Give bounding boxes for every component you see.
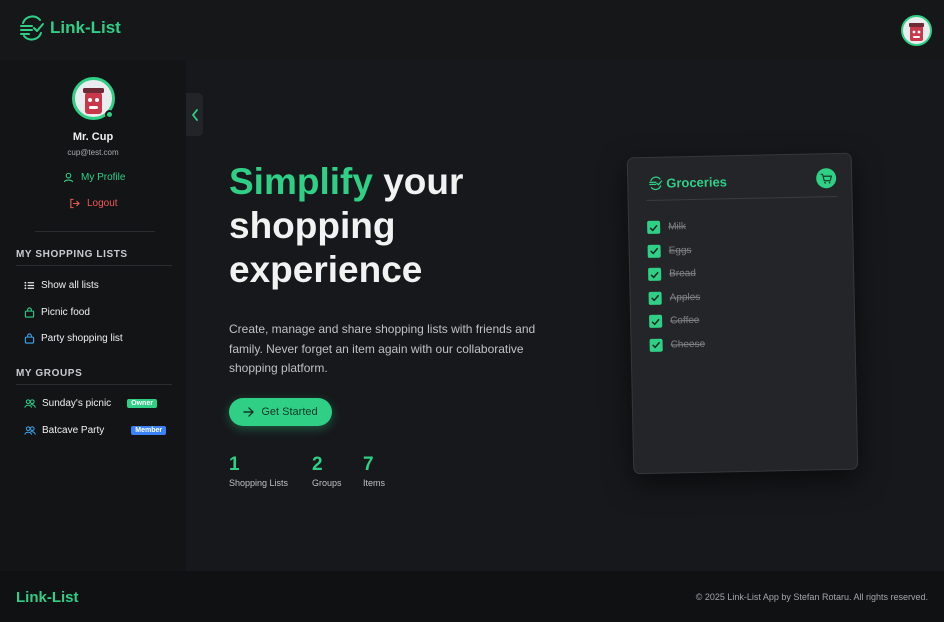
stat-label: Shopping Lists [229, 478, 289, 488]
sidebar-item-party-shopping-list[interactable]: Party shopping list [24, 333, 123, 344]
list-item[interactable]: Milk [647, 215, 703, 240]
divider [35, 231, 155, 232]
checkbox-checked[interactable] [648, 267, 662, 282]
user-email: cup@test.com [67, 148, 119, 157]
checkbox-checked[interactable] [648, 291, 662, 305]
stat-shopping-lists: 1 Shopping Lists [229, 454, 288, 488]
check-icon [650, 271, 659, 279]
basket-icon [24, 307, 35, 318]
check-icon [652, 342, 661, 349]
brand-logo[interactable]: Link-List [18, 14, 121, 42]
avatar-icon[interactable] [901, 15, 932, 46]
sidebar-item-picnic-food[interactable]: Picnic food [24, 307, 90, 318]
divider [646, 195, 838, 201]
stat-items: 7 Items [363, 454, 385, 488]
list-item[interactable]: Cheese [649, 332, 705, 357]
logout-icon [70, 198, 80, 209]
arrow-right-icon [243, 407, 255, 417]
role-badge-owner: Owner [127, 399, 157, 408]
card-header: Groceries [648, 174, 727, 191]
list-item[interactable]: Eggs [647, 238, 703, 263]
list-check-icon [649, 176, 663, 191]
sidebar-item-label: Sunday's picnic [42, 398, 112, 409]
list-item[interactable]: Bread [648, 262, 704, 287]
hero-title: Simplify your shopping experience [229, 160, 559, 292]
item-label: Coffee [670, 315, 700, 327]
checkbox-checked[interactable] [649, 338, 663, 352]
sidebar-collapse-button[interactable] [186, 93, 203, 136]
list-item[interactable]: Coffee [649, 309, 705, 334]
stat-value: 7 [363, 454, 374, 475]
get-started-label: Get Started [261, 406, 318, 418]
item-label: Bread [669, 268, 696, 280]
get-started-button[interactable]: Get Started [229, 398, 332, 426]
sidebar-item-sundays-picnic[interactable]: Sunday's picnic Owner [24, 398, 157, 409]
cart-button[interactable] [815, 168, 837, 189]
sidebar-item-batcave-party[interactable]: Batcave Party Member [24, 425, 167, 436]
chevron-left-icon [191, 108, 198, 121]
online-status-indicator [105, 110, 114, 119]
list-check-icon [20, 15, 44, 41]
user-name: Mr. Cup [72, 131, 114, 143]
logout-label: Logout [87, 198, 118, 209]
check-icon [651, 318, 660, 326]
top-bar: Link-List [0, 0, 944, 60]
group-icon [24, 399, 36, 408]
sidebar-item-label: Party shopping list [41, 333, 123, 344]
item-label: Apples [669, 291, 701, 304]
groups-heading: MY GROUPS [16, 368, 83, 379]
shopping-lists-heading: MY SHOPPING LISTS [16, 249, 128, 260]
groceries-preview-card: Groceries Milk Eggs Bread Apples Coffee [626, 152, 859, 475]
grocery-items-list: Milk Eggs Bread Apples Coffee Cheese [647, 215, 705, 357]
divider [16, 265, 172, 266]
item-label: Eggs [668, 244, 692, 257]
divider [16, 384, 172, 385]
user-icon [63, 172, 74, 183]
checkbox-checked[interactable] [649, 314, 663, 329]
group-icon [24, 426, 36, 435]
sidebar-item-label: Batcave Party [42, 425, 105, 436]
checkbox-checked[interactable] [647, 220, 661, 235]
sidebar-item-label: Picnic food [41, 307, 90, 318]
check-icon [649, 224, 658, 232]
card-title: Groceries [666, 174, 728, 191]
logout-link[interactable]: Logout [69, 198, 118, 209]
hero-title-accent: Simplify [229, 161, 373, 202]
footer-copyright: © 2025 Link-List App by Stefan Rotaru. A… [695, 592, 928, 602]
checkbox-checked[interactable] [647, 244, 661, 258]
item-label: Milk [668, 221, 687, 233]
check-icon [650, 248, 659, 255]
role-badge-member: Member [131, 426, 167, 435]
list-icon [24, 281, 35, 290]
stat-value: 2 [312, 454, 323, 475]
hero-description: Create, manage and share shopping lists … [229, 322, 536, 375]
my-profile-label: My Profile [81, 172, 126, 183]
brand-name: Link-List [50, 18, 121, 37]
footer: Link-List © 2025 Link-List App by Stefan… [0, 571, 944, 622]
cart-icon [820, 173, 833, 184]
sidebar-item-show-all-lists[interactable]: Show all lists [24, 280, 99, 291]
stat-label: Groups [312, 478, 342, 488]
stat-value: 1 [229, 454, 240, 475]
check-icon [651, 295, 660, 302]
basket-icon [24, 333, 35, 344]
stat-groups: 2 Groups [312, 454, 342, 488]
my-profile-link[interactable]: My Profile [63, 172, 125, 183]
list-item[interactable]: Apples [648, 285, 704, 310]
stat-label: Items [363, 478, 386, 488]
sidebar-item-label: Show all lists [41, 280, 99, 291]
footer-brand: Link-List [16, 589, 79, 606]
item-label: Cheese [670, 338, 706, 351]
